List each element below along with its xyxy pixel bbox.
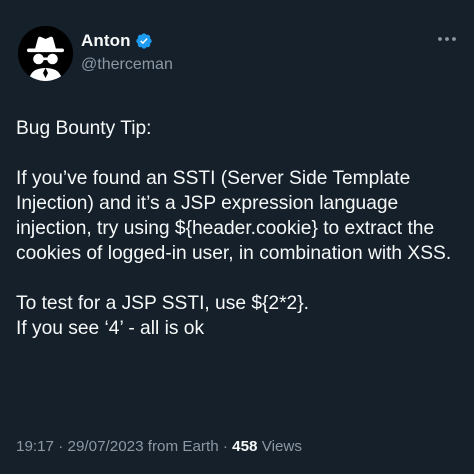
views-count[interactable]: 458: [232, 438, 257, 455]
tweet-text: Bug Bounty Tip: If you’ve found an SSTI …: [16, 118, 452, 339]
author-handle[interactable]: @therceman: [81, 56, 173, 74]
meta-separator: ·: [218, 438, 233, 455]
views-label: Views: [257, 438, 302, 455]
tweet-meta: 19:17 · 29/07/2023 from Earth · 458 View…: [16, 437, 302, 457]
name-row: Anton: [81, 30, 173, 52]
author-display-name[interactable]: Anton: [81, 31, 131, 51]
author-info: Anton @therceman: [81, 30, 173, 74]
avatar[interactable]: [18, 26, 73, 81]
more-options-icon[interactable]: [436, 32, 458, 46]
verified-badge-icon: [135, 33, 152, 49]
spy-incognito-icon: [18, 26, 73, 81]
meta-separator: ·: [54, 438, 68, 455]
tweet-header: Anton @therceman: [18, 26, 458, 82]
tweet-date[interactable]: 29/07/2023: [68, 438, 144, 455]
tweet-source: from Earth: [143, 438, 219, 455]
tweet-time[interactable]: 19:17: [16, 438, 54, 455]
